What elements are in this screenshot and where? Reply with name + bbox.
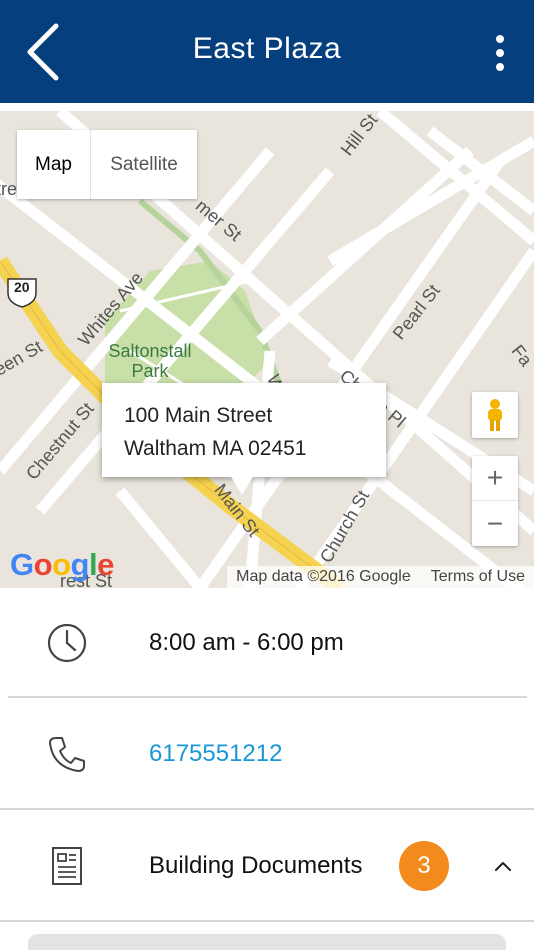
app-header: East Plaza (0, 0, 534, 103)
google-logo: Google (10, 547, 114, 582)
building-documents-row[interactable]: Building Documents 3 (0, 811, 534, 921)
document-list-preview (28, 934, 506, 950)
phone-number-link[interactable]: 6175551212 (149, 740, 282, 768)
park-label: Saltonstall Park (108, 341, 192, 381)
building-documents-label: Building Documents (149, 852, 363, 879)
info-window-tail (230, 475, 254, 495)
map-data-text: Map data ©2016 Google (236, 568, 411, 585)
zoom-control: + − (472, 456, 518, 546)
route-shield-label: 20 (14, 279, 30, 295)
map-type-control: Map Satellite (17, 130, 197, 199)
hours-text: 8:00 am - 6:00 pm (149, 629, 344, 656)
chevron-up-icon[interactable] (490, 853, 516, 879)
map-type-satellite-button[interactable]: Satellite (91, 130, 197, 199)
document-icon (44, 843, 90, 889)
more-vertical-icon[interactable] (488, 34, 512, 74)
terms-of-use-link[interactable]: Terms of Use (431, 568, 525, 586)
clock-icon (44, 620, 90, 666)
phone-icon (44, 731, 90, 777)
address-line-2: Waltham MA 02451 (124, 437, 307, 460)
divider (0, 808, 534, 810)
zoom-in-button[interactable]: + (472, 456, 518, 501)
street-label-tre: tre (0, 179, 18, 199)
map-type-map-button[interactable]: Map (17, 130, 91, 199)
page-title: East Plaza (192, 32, 342, 65)
address-line-1: 100 Main Street (124, 404, 273, 427)
location-map[interactable]: 20 Hill St mer St Whites Ave Pearl St Fa… (0, 111, 534, 588)
divider (0, 920, 534, 922)
zoom-out-button[interactable]: − (472, 501, 518, 546)
hours-row: 8:00 am - 6:00 pm (0, 588, 534, 698)
documents-count-badge: 3 (399, 841, 449, 891)
address-info-window: 100 Main Street Waltham MA 02451 (102, 383, 386, 477)
pegman-icon[interactable] (472, 392, 518, 438)
phone-row[interactable]: 6175551212 (0, 699, 534, 809)
divider (8, 696, 527, 698)
map-attribution: Map data ©2016 Google Terms of Use (227, 566, 534, 588)
